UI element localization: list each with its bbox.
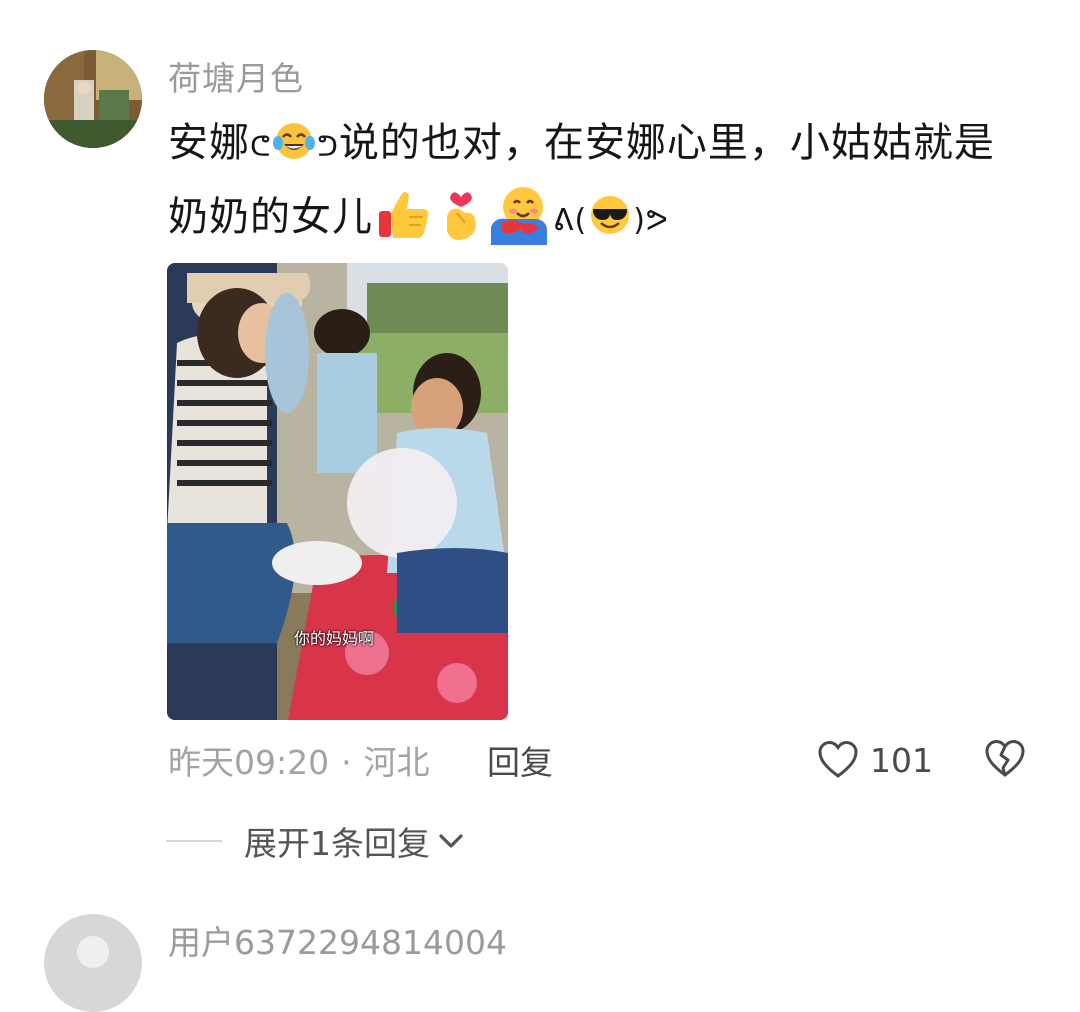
comment-text-segment: 安娜 [168,120,250,166]
expand-replies-label: 展开1条回复 [244,824,430,863]
comment-text-line-1: 安娜ᕦ ᕤ说的也对，在安娜心里，小姑姑就是 [168,108,1048,182]
kaomoji-right-arm: )ᕗ [633,203,669,238]
avatar-photo-icon [44,50,142,148]
comment-text: 安娜ᕦ ᕤ说的也对，在安娜心里，小姑姑就是 奶奶的女儿 ᕕ()ᕗ [168,108,1048,256]
comment-text-segment: 奶奶的女儿 [168,194,373,240]
expand-replies-button[interactable]: 展开1条回复 [166,818,466,864]
sunglasses-face-emoji [591,196,630,234]
reply-button[interactable]: 回复 [487,736,553,784]
kaomoji-right-hand: ᕤ [317,130,339,163]
comment-username[interactable]: 荷塘月色 [168,52,304,100]
hugging-face-emoji [491,187,547,245]
comment-text-segment: 说的也对，在安娜心里，小姑姑就是 [338,120,995,166]
kaomoji-left-arm: ᕕ( [553,203,588,238]
comment-photo[interactable]: 你的妈妈啊 [167,263,508,720]
comment-meta: 昨天09:20 · 河北 [168,736,430,784]
user-avatar[interactable] [44,50,142,148]
comment-location: 河北 [363,743,430,782]
chevron-down-icon [439,834,463,848]
broken-heart-icon[interactable] [983,737,1027,781]
tears-of-joy-emoji [273,123,316,159]
meta-separator: · [341,743,352,782]
heart-icon [818,740,858,778]
thumbs-up-emoji [379,192,429,238]
photo-image [167,263,508,720]
finger-heart-emoji [447,192,476,240]
comment-time: 昨天09:20 [168,743,330,782]
comment-text-line-2: 奶奶的女儿 ᕕ( )ᕗ [168,182,1048,256]
like-button[interactable]: 101 [816,737,933,783]
kaomoji-left-hand: ᕦ [250,130,272,163]
next-comment-username[interactable]: 用户6372294814004 [168,916,507,964]
expand-divider [166,840,222,842]
next-user-avatar[interactable] [44,914,142,1012]
default-avatar-icon [77,936,109,968]
comment-item: 荷塘月色 安娜ᕦ ᕤ说的也对，在安娜心里，小姑姑就是 奶奶的女儿 ᕕ()ᕗ 你… [0,0,1080,1012]
photo-subtitle: 你的妈妈啊 [294,629,375,648]
like-count: 101 [870,740,933,780]
